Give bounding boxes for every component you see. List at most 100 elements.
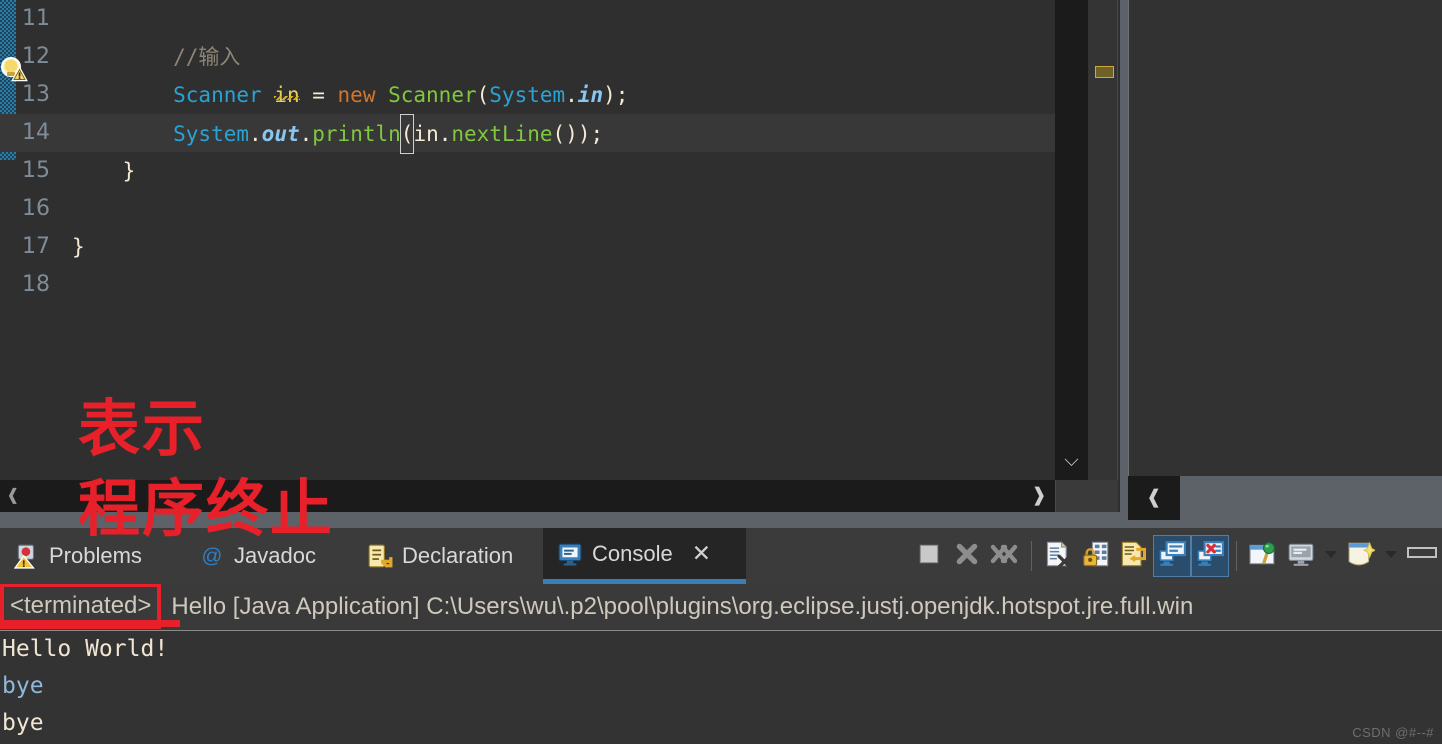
console-launch-header: <terminated> Hello [Java Application] C:\… <box>0 584 1442 630</box>
code-token: . <box>438 122 452 146</box>
warning-marker[interactable] <box>1095 66 1114 78</box>
x-gray-icon <box>954 541 980 572</box>
javadoc-icon: @ <box>199 543 225 569</box>
console-view: Problems @ Javadoc Declaration Console ✕ <ter… <box>0 528 1442 744</box>
console-output-line: bye <box>2 710 44 736</box>
code-line[interactable]: 16 <box>0 190 1055 228</box>
code-text: } <box>58 228 85 266</box>
editor-scroll-corner <box>1055 480 1118 512</box>
right-panel-body[interactable] <box>1128 0 1442 476</box>
warning-squiggle <box>274 96 300 100</box>
code-token: System <box>72 122 250 146</box>
tab-console[interactable]: Console ✕ <box>543 528 746 584</box>
open-console-button[interactable] <box>1342 535 1380 577</box>
remove-launch-button[interactable] <box>948 535 986 577</box>
right-panel-bottom-strip <box>1120 520 1442 528</box>
monitor-icon <box>1287 540 1315 573</box>
code-token: . <box>249 122 262 146</box>
chevron-down-icon[interactable]: ⌵ <box>1055 446 1088 476</box>
declaration-icon <box>367 543 393 569</box>
xx-gray-icon <box>990 541 1020 572</box>
minimize-button[interactable] <box>1402 535 1440 577</box>
new-console-icon <box>1347 540 1377 573</box>
console-err-icon <box>1196 540 1224 573</box>
show-console-on-output-button[interactable] <box>1153 535 1191 577</box>
code-token: in <box>413 122 439 146</box>
code-line[interactable]: 14 System.out.println(in.nextLine()); <box>0 114 1055 154</box>
eclipse-ide-window: 11 12 //输入 13 Scanner in = new Scanner(Sys… <box>0 0 1442 744</box>
lock-doc-icon <box>1082 540 1110 573</box>
code-line[interactable]: 11 <box>0 0 1055 38</box>
code-token: out <box>261 122 300 146</box>
annotation-line-2: 程序终止 <box>78 472 335 545</box>
chevron-right-icon[interactable]: ❱ <box>1023 480 1055 512</box>
separator-1 <box>1031 541 1032 571</box>
code-token: . <box>299 122 313 146</box>
right-side-panel: ❰ <box>1120 0 1442 528</box>
editor-vertical-scrollbar[interactable]: ⌵ <box>1055 0 1088 480</box>
code-line[interactable]: 13 Scanner in = new Scanner(System.in); <box>0 76 1055 114</box>
clear-doc-icon <box>1044 540 1072 573</box>
display-selected-console-button[interactable] <box>1282 535 1320 577</box>
annotation-line-1: 表示 <box>78 392 207 465</box>
svg-text:@: @ <box>202 545 223 568</box>
code-token: . <box>565 83 578 107</box>
word-wrap-button[interactable] <box>1115 535 1153 577</box>
console-out-icon <box>1158 540 1186 573</box>
code-token: in <box>274 83 300 107</box>
tab-label: Problems <box>49 543 142 568</box>
code-token: } <box>72 159 136 183</box>
code-token: new <box>337 83 389 107</box>
tab-declaration[interactable]: Declaration <box>353 528 543 584</box>
code-token: System <box>489 83 566 107</box>
line-number: 11 <box>22 6 50 31</box>
open-console-dropdown[interactable] <box>1380 535 1402 577</box>
code-token: ()); <box>552 122 604 146</box>
right-panel-horizontal-scrollbar[interactable]: ❰ <box>1128 476 1442 520</box>
tab-label: Declaration <box>402 543 514 568</box>
code-token: = <box>299 83 338 107</box>
chevron-down-icon <box>1321 544 1341 569</box>
code-token: nextLine <box>451 122 553 146</box>
close-icon[interactable]: ✕ <box>692 540 711 567</box>
code-line[interactable]: 12 //输入 <box>0 38 1055 76</box>
console-output-line: Hello World! <box>2 636 169 662</box>
launch-config-label: Hello [Java Application] C:\Users\wu\.p2… <box>171 593 1194 620</box>
console-output[interactable]: Hello World! bye bye <box>0 630 1442 744</box>
chevron-left-icon[interactable]: ❰ <box>1128 476 1180 520</box>
code-text: System.out.println(in.nextLine()); <box>58 114 603 154</box>
chevron-down-icon <box>1381 544 1401 569</box>
line-number: 12 <box>22 44 50 69</box>
code-line[interactable]: 15 } <box>0 152 1055 190</box>
chevron-left-icon[interactable]: ❰ <box>0 480 26 512</box>
tab-label: Console <box>592 540 673 566</box>
scroll-lock-button[interactable] <box>1077 535 1115 577</box>
code-token: //输入 <box>72 45 241 69</box>
clear-console-button[interactable] <box>1039 535 1077 577</box>
annotation-underline <box>0 620 180 627</box>
terminate-button[interactable] <box>910 535 948 577</box>
pin-console-button[interactable] <box>1244 535 1282 577</box>
code-token: println <box>312 122 401 146</box>
display-selected-console-dropdown[interactable] <box>1320 535 1342 577</box>
code-text: //输入 <box>58 38 240 76</box>
line-number: 17 <box>22 234 50 259</box>
minimize-icon <box>1404 543 1438 570</box>
line-number: 18 <box>22 272 50 297</box>
code-token: ); <box>603 83 629 107</box>
code-token: Scanner <box>388 83 477 107</box>
remove-all-launches-button[interactable] <box>986 535 1024 577</box>
show-console-on-error-button[interactable] <box>1191 535 1229 577</box>
code-line[interactable]: 17} <box>0 228 1055 266</box>
watermark: CSDN @#--# <box>1352 725 1434 740</box>
console-icon <box>557 541 583 567</box>
code-token: in <box>577 83 604 107</box>
editor-overview-ruler[interactable] <box>1088 0 1118 480</box>
scrollbar-thumb[interactable] <box>1180 476 1442 520</box>
line-number: 15 <box>22 158 50 183</box>
code-line[interactable]: 18 <box>0 266 1055 304</box>
problems-icon <box>14 543 40 569</box>
code-token: Scanner <box>72 83 275 107</box>
wrap-doc-icon <box>1120 540 1148 573</box>
separator-2 <box>1236 541 1237 571</box>
